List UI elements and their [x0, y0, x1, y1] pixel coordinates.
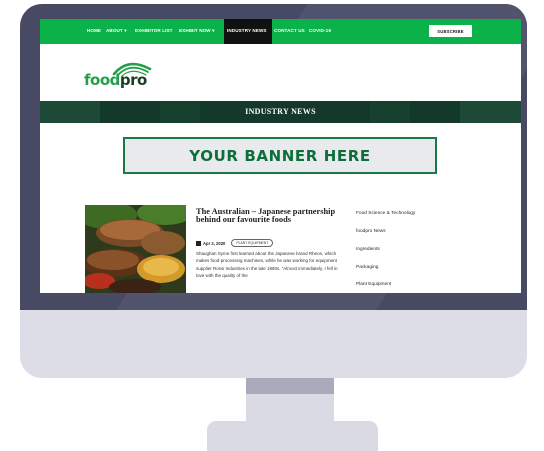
article-category-tag[interactable]: PLANT EQUIPMENT — [231, 239, 274, 247]
article-excerpt: Shaughan Syme first learned about the Ja… — [196, 251, 338, 278]
page-title: INDUSTRY NEWS — [245, 107, 316, 116]
logo-pro: pro — [119, 71, 147, 89]
sidebar-link-packaging[interactable]: Packaging — [356, 265, 378, 270]
calendar-icon — [196, 240, 201, 246]
subscribe-button[interactable]: SUBSCRIBE — [429, 25, 472, 37]
foodpro-logo[interactable]: foodpro — [84, 55, 152, 93]
nav-about[interactable]: ABOUT ▾ — [106, 28, 127, 34]
nav-industry-news[interactable]: INDUSTRY NEWS — [227, 28, 267, 33]
sidebar-link-ingredients[interactable]: Ingredients — [356, 247, 380, 252]
nav-exhibit-now[interactable]: EXHIBIT NOW ▾ — [179, 28, 215, 34]
logo-food: food — [84, 71, 120, 89]
food-photo-image — [85, 205, 186, 293]
ad-banner[interactable]: YOUR BANNER HERE — [123, 137, 437, 174]
monitor-stand-shadow — [246, 378, 334, 394]
top-navbar: HOME ABOUT ▾ EXHIBITOR LIST EXHIBIT NOW … — [40, 19, 521, 44]
sidebar-link-plant-equipment[interactable]: Plant Equipment — [356, 282, 391, 287]
sidebar-link-food-science[interactable]: Food Science & Technology — [356, 211, 415, 216]
logo-wordmark: foodpro — [84, 71, 147, 89]
nav-covid-19[interactable]: COVID-19 — [309, 28, 331, 33]
article-date: Apr 2, 2020 — [203, 240, 226, 246]
page-hero-band: INDUSTRY NEWS — [40, 101, 521, 123]
article-title[interactable]: The Australian – Japanese partnership be… — [196, 207, 346, 225]
article-thumbnail[interactable] — [85, 205, 186, 293]
nav-home[interactable]: HOME — [87, 28, 101, 33]
nav-contact-us[interactable]: CONTACT US — [274, 28, 305, 33]
sidebar-link-foodpro-news[interactable]: foodpro News — [356, 229, 386, 234]
website-screen: HOME ABOUT ▾ EXHIBITOR LIST EXHIBIT NOW … — [40, 19, 521, 293]
article-meta: Apr 2, 2020 PLANT EQUIPMENT — [196, 239, 274, 247]
nav-exhibitor-list[interactable]: EXHIBITOR LIST — [135, 28, 173, 33]
